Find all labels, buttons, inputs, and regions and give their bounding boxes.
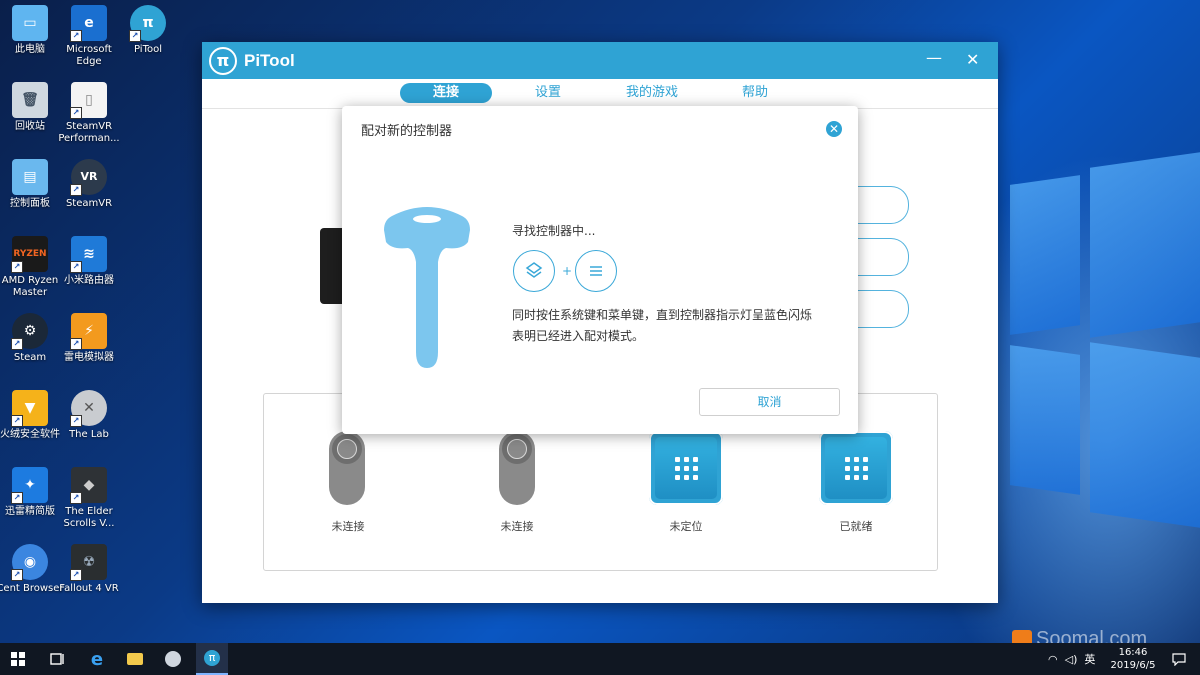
ldplayer-icon: ⚡ ↗ [70, 313, 107, 350]
tab-my-games[interactable]: 我的游戏 [622, 83, 682, 103]
title-bar: π PiTool — ✕ [202, 42, 998, 79]
control-panel-icon: ▤ [12, 159, 48, 195]
taskbar-explorer[interactable] [120, 643, 150, 675]
fallout-icon: ☢ ↗ [70, 544, 107, 581]
tab-connect[interactable]: 连接 [400, 83, 492, 103]
the-lab-icon: ✕ ↗ [70, 390, 107, 427]
dialog-close-button[interactable]: ✕ [826, 121, 842, 137]
controller-2-icon [499, 431, 535, 505]
searching-text: 寻找控制器中... [512, 224, 596, 238]
task-view-button[interactable] [42, 643, 72, 675]
base-station-2-icon [819, 431, 893, 505]
base-station-2-status: 已就绪 [839, 520, 873, 533]
shield-icon: ▼ ↗ [11, 390, 48, 427]
document-icon: ▯ ↗ [70, 82, 107, 119]
pitool-icon: π [204, 650, 220, 666]
ime-indicator[interactable]: 英 [1084, 653, 1095, 666]
windows-icon [11, 652, 25, 666]
menu-button-icon [575, 250, 617, 292]
xunlei-icon: ✦ ↗ [11, 467, 48, 504]
taskbar: e π ◠ ◁) 英 16:46 2019/6/5 [0, 643, 1200, 675]
desktop-icon-steamvr-perf[interactable]: ▯ ↗ SteamVR Performan... [55, 82, 123, 145]
pi-logo-icon: π [209, 46, 237, 75]
task-view-icon [50, 653, 64, 665]
wifi-icon: ≋ ↗ [70, 236, 107, 273]
computer-icon: ▭ [12, 5, 48, 41]
desktop-icon-steamvr[interactable]: VR ↗ SteamVR [55, 159, 123, 210]
dialog-title: 配对新的控制器 [361, 124, 453, 139]
edge-icon: e [90, 648, 104, 670]
desktop-icon-mi-router[interactable]: ≋ ↗ 小米路由器 [55, 236, 123, 287]
notification-icon [1172, 652, 1186, 666]
cent-browser-icon: ◉ ↗ [11, 544, 48, 581]
steamvr-icon: VR ↗ [70, 159, 107, 196]
desktop-icon-edge[interactable]: e ↗ Microsoft Edge [55, 5, 123, 68]
steam-icon: ⚙ ↗ [11, 313, 48, 350]
recycle-bin-icon: 🗑 [12, 82, 48, 118]
tab-settings[interactable]: 设置 [528, 83, 568, 103]
taskbar-steam[interactable] [158, 643, 188, 675]
controller-2-status: 未连接 [500, 520, 534, 533]
folder-icon [127, 653, 143, 665]
base-station-1-status: 未定位 [669, 520, 703, 533]
main-nav: 连接 设置 我的游戏 帮助 [202, 79, 998, 109]
taskbar-edge[interactable]: e [82, 643, 112, 675]
tab-help[interactable]: 帮助 [737, 83, 773, 103]
controller-illustration [384, 207, 470, 368]
app-title: PiTool [244, 50, 295, 70]
system-tray: ◠ ◁) 英 [1048, 651, 1095, 667]
volume-icon[interactable]: ◁) [1065, 653, 1078, 666]
taskbar-pitool[interactable]: π [196, 643, 228, 675]
pair-controller-dialog: 配对新的控制器 ✕ 寻找控制器中... + 同时按住系统键和菜单键，直到控制器指… [342, 106, 858, 434]
desktop-icon-skyrim[interactable]: ◆ ↗ The Elder Scrolls V... [55, 467, 123, 530]
network-icon[interactable]: ◠ [1048, 653, 1058, 666]
pitool-icon: π ↗ [129, 5, 166, 42]
clock[interactable]: 16:46 2019/6/5 [1108, 646, 1158, 672]
controller-1-icon [329, 431, 365, 505]
ryzen-icon: RYZEN ↗ [11, 236, 48, 273]
desktop-icon-fallout4vr[interactable]: ☢ ↗ Fallout 4 VR [55, 544, 123, 595]
minimize-button[interactable]: — [926, 48, 942, 67]
headset-image [320, 228, 342, 304]
pairing-instructions: 同时按住系统键和菜单键，直到控制器指示灯呈蓝色闪烁 表明已经进入配对模式。 [512, 308, 813, 343]
desktop-icon-the-lab[interactable]: ✕ ↗ The Lab [55, 390, 123, 441]
action-center-button[interactable] [1164, 643, 1194, 675]
skyrim-icon: ◆ ↗ [70, 467, 107, 504]
edge-icon: e ↗ [70, 5, 107, 42]
plus-sign: + [562, 264, 573, 278]
start-button[interactable] [0, 643, 36, 675]
base-station-1-icon [649, 431, 723, 505]
steam-icon [165, 651, 181, 667]
desktop-icon-ldplayer[interactable]: ⚡ ↗ 雷电模拟器 [55, 313, 123, 364]
clock-date: 2019/6/5 [1110, 660, 1156, 671]
clock-time: 16:46 [1118, 647, 1148, 658]
controller-1-status: 未连接 [331, 520, 365, 533]
desktop-icon-pitool[interactable]: π ↗ PiTool [114, 5, 182, 56]
system-button-icon [513, 250, 555, 292]
close-button[interactable]: ✕ [966, 50, 979, 69]
cancel-button[interactable]: 取消 [699, 388, 840, 416]
